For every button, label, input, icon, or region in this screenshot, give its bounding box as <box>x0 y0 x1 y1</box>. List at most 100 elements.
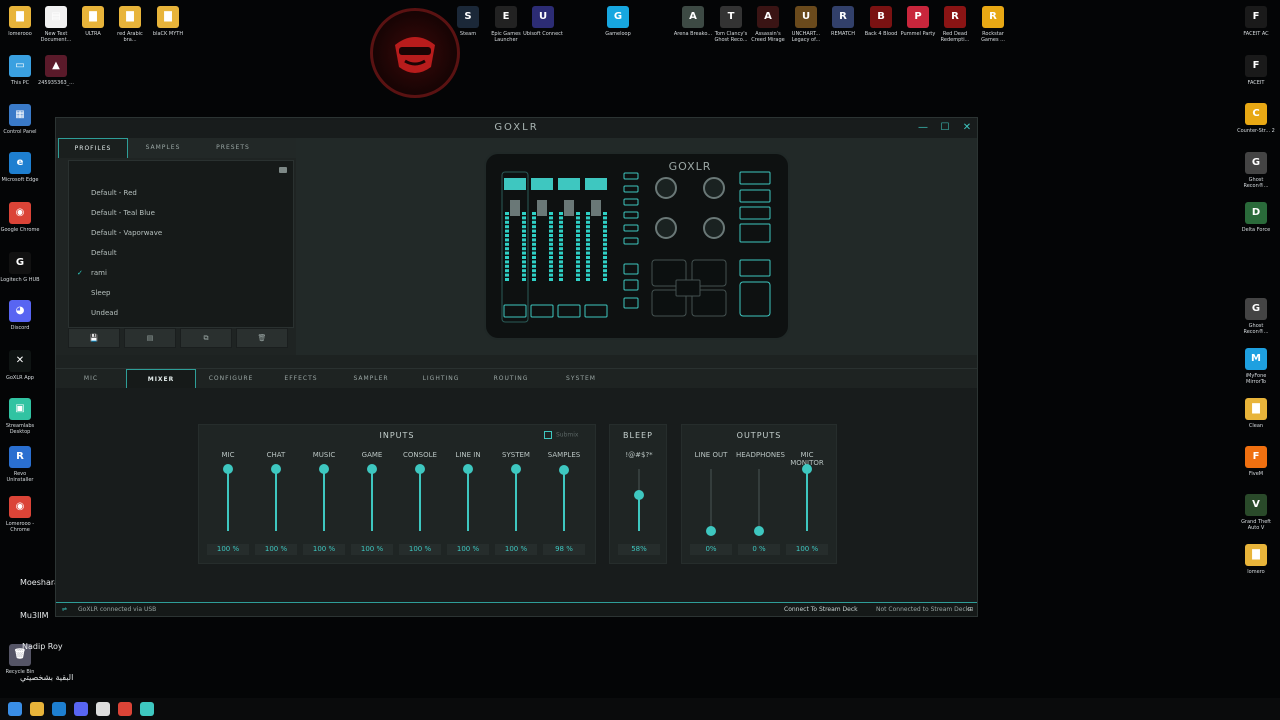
channel-name: GAME <box>361 451 383 459</box>
desktop-icon[interactable]: F FACEIT <box>1236 55 1276 86</box>
tab-sampler[interactable]: SAMPLER <box>336 369 406 389</box>
tab-mixer[interactable]: MIXER <box>126 369 196 389</box>
fader-knob[interactable] <box>559 465 569 476</box>
fader-knob[interactable] <box>271 464 281 474</box>
tab-profiles[interactable]: PROFILES <box>58 138 128 158</box>
save-profile-button[interactable]: 💾 <box>68 328 120 348</box>
grid-icon[interactable]: ⊞ <box>968 606 973 613</box>
profile-item[interactable]: Default - Teal Blue <box>91 209 155 217</box>
tab-lighting[interactable]: LIGHTING <box>406 369 476 389</box>
profile-item[interactable]: Default - Vaporwave <box>91 229 162 237</box>
tab-samples[interactable]: SAMPLES <box>128 138 198 158</box>
fader-knob[interactable] <box>754 526 764 536</box>
desktop-icon[interactable]: ▇ Clean <box>1236 398 1276 429</box>
connect-stream-deck-button[interactable]: Connect To Stream Deck <box>784 606 858 613</box>
desktop-icon[interactable]: e Microsoft Edge <box>0 152 40 183</box>
tab-configure[interactable]: CONFIGURE <box>196 369 266 389</box>
desktop-icon[interactable]: ◉ Google Chrome <box>0 202 40 233</box>
tab-presets[interactable]: PRESETS <box>198 138 268 158</box>
fader-knob[interactable] <box>634 490 644 501</box>
profile-item[interactable]: Sleep <box>91 289 110 297</box>
desktop-icon[interactable]: G Logitech G HUB <box>0 252 40 283</box>
desktop-icon[interactable]: G Ghost Recon®... <box>1236 298 1276 335</box>
desktop-icon[interactable]: E Epic Games Launcher <box>486 6 526 43</box>
store-icon[interactable] <box>96 702 110 716</box>
desktop-icon[interactable]: R Revo Uninstaller <box>0 446 40 483</box>
desktop-icon[interactable]: ▇ red Arabic bra... <box>110 6 150 43</box>
desktop-icon[interactable]: R REMATCH <box>823 6 863 37</box>
desktop-icon[interactable]: ▭ This PC <box>0 55 40 86</box>
desktop-icon[interactable]: U Ubisoft Connect <box>523 6 563 37</box>
fader-knob[interactable] <box>706 526 716 536</box>
close-button[interactable]: ✕ <box>960 121 974 135</box>
chrome-icon[interactable] <box>118 702 132 716</box>
desktop-icon[interactable]: ▣ Streamlabs Desktop <box>0 398 40 435</box>
duplicate-profile-button[interactable]: ⧉ <box>180 328 232 348</box>
submix-checkbox[interactable] <box>544 431 552 439</box>
desktop-icon-label: Revo Uninstaller <box>6 471 34 483</box>
profile-item[interactable]: Default <box>91 249 117 257</box>
desktop-icon[interactable]: U UNCHART... Legacy of... <box>786 6 826 43</box>
fader-knob[interactable] <box>511 464 521 474</box>
desktop-icon[interactable]: P Pummel Party <box>898 6 938 37</box>
desktop-icon[interactable]: A Assassin's Creed Mirage <box>748 6 788 43</box>
goxlr-icon[interactable] <box>140 702 154 716</box>
desktop-icon[interactable]: ▲ 245935363_... <box>36 55 76 86</box>
tab-system[interactable]: SYSTEM <box>546 369 616 389</box>
device-level-led <box>576 247 580 251</box>
device-level-led <box>532 247 536 251</box>
desktop-icon[interactable]: G Ghost Recon®... <box>1236 152 1276 189</box>
fader-track[interactable] <box>758 469 760 531</box>
tab-routing[interactable]: ROUTING <box>476 369 546 389</box>
desktop-icon[interactable]: R Red Dead Redempti... <box>935 6 975 43</box>
desktop-icon[interactable]: ▇ ULTRA <box>73 6 113 37</box>
desktop-icon[interactable]: ▤ New Text Document... <box>36 6 76 43</box>
fader-knob[interactable] <box>415 464 425 474</box>
fader-knob[interactable] <box>223 464 233 474</box>
desktop-icon[interactable]: D Delta Force <box>1236 202 1276 233</box>
desktop-icon[interactable]: ▦ Control Panel <box>0 104 40 135</box>
profile-item[interactable]: Undead <box>91 309 118 317</box>
desktop-icon[interactable]: B Back 4 Blood <box>861 6 901 37</box>
desktop-icon[interactable]: ▇ lomerooo <box>0 6 40 37</box>
device-level-led <box>549 234 553 237</box>
desktop-icon[interactable]: ▇ blaCK MYTH <box>148 6 188 37</box>
edge-icon[interactable] <box>52 702 66 716</box>
desktop-icon[interactable]: A Arena Breako... <box>673 6 713 37</box>
open-folder-icon[interactable] <box>279 167 287 173</box>
fader-knob[interactable] <box>802 464 812 474</box>
desktop-icon[interactable]: V Grand Theft Auto V <box>1236 494 1276 531</box>
delete-profile-button[interactable]: 🗑 <box>236 328 288 348</box>
fader-track[interactable] <box>710 469 712 531</box>
tab-effects[interactable]: EFFECTS <box>266 369 336 389</box>
desktop-icon[interactable]: F FiveM <box>1236 446 1276 477</box>
device-level-led <box>522 242 526 246</box>
tab-mic[interactable]: MIC <box>56 369 126 389</box>
file-explorer-icon[interactable] <box>30 702 44 716</box>
desktop-icon[interactable]: F FACEIT AC <box>1236 6 1276 37</box>
desktop-icon[interactable]: MiMyFone MirrorTo <box>1236 348 1276 385</box>
desktop-icon[interactable]: ▇ lomero <box>1236 544 1276 575</box>
submix-toggle[interactable]: Submix <box>544 431 578 439</box>
profile-item[interactable]: Default - Red <box>91 189 137 197</box>
fader-knob[interactable] <box>367 464 377 474</box>
desktop-icon[interactable]: ◕ Discord <box>0 300 40 331</box>
desktop-icon[interactable]: G Gameloop <box>598 6 638 37</box>
fader-knob[interactable] <box>319 464 329 474</box>
device-level-led <box>576 260 580 264</box>
minimize-button[interactable]: — <box>916 121 930 135</box>
desktop-icon-label: Streamlabs Desktop <box>5 423 35 435</box>
profile-item-selected[interactable]: ✓ rami <box>77 269 107 277</box>
fader-knob[interactable] <box>463 464 473 474</box>
maximize-button[interactable]: ☐ <box>938 121 952 135</box>
device-level-led <box>549 256 553 259</box>
desktop-icon[interactable]: T Tom Clancy's Ghost Reco... <box>711 6 751 43</box>
desktop-icon[interactable]: ◉ Lomerooo - Chrome <box>0 496 40 533</box>
desktop-icon[interactable]: C Counter-Str... 2 <box>1236 103 1276 134</box>
desktop-icon[interactable]: ✕ GoXLR App <box>0 350 40 381</box>
new-profile-button[interactable]: ▤ <box>124 328 176 348</box>
profile-label: Undead <box>91 309 119 317</box>
desktop-icon[interactable]: R Rockstar Games ... <box>973 6 1013 43</box>
start-icon[interactable] <box>8 702 22 716</box>
discord-icon[interactable] <box>74 702 88 716</box>
